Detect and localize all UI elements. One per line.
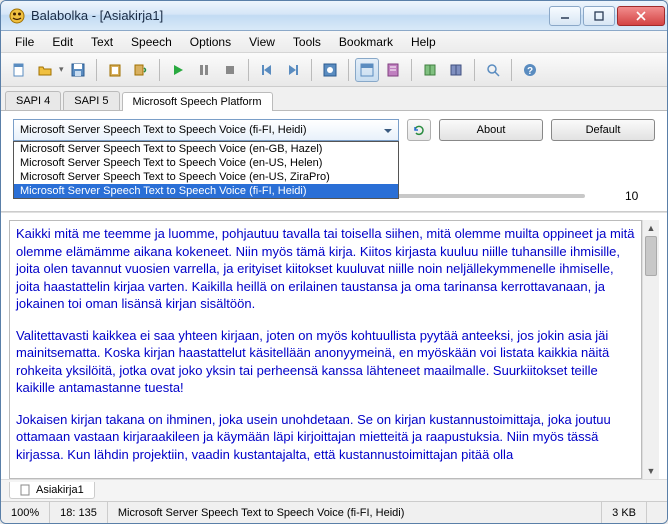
- slider-value: 10: [625, 189, 655, 203]
- open-icon[interactable]: [33, 58, 57, 82]
- voice-option[interactable]: Microsoft Server Speech Text to Speech V…: [14, 170, 398, 184]
- status-zoom: 100%: [1, 502, 50, 523]
- panel-toggle-icon[interactable]: [355, 58, 379, 82]
- toolbar: ▾ ?: [1, 53, 667, 87]
- menu-file[interactable]: File: [7, 33, 42, 51]
- prev-track-icon[interactable]: [255, 58, 279, 82]
- titlebar: Balabolka - [Asiakirja1]: [1, 1, 667, 31]
- status-voice: Microsoft Server Speech Text to Speech V…: [108, 502, 602, 523]
- menubar: File Edit Text Speech Options View Tools…: [1, 31, 667, 53]
- next-track-icon[interactable]: [281, 58, 305, 82]
- magnifier-icon[interactable]: [481, 58, 505, 82]
- menu-view[interactable]: View: [241, 33, 283, 51]
- scroll-up-icon[interactable]: ▲: [643, 220, 659, 236]
- editor-area: Kaikki mitä me teemme ja luomme, pohjaut…: [1, 214, 667, 479]
- app-window: Balabolka - [Asiakirja1] File Edit Text …: [0, 0, 668, 524]
- document-tab[interactable]: Asiakirja1: [9, 482, 95, 499]
- menu-bookmark[interactable]: Bookmark: [331, 33, 401, 51]
- stop-icon[interactable]: [218, 58, 242, 82]
- about-button[interactable]: About: [439, 119, 543, 141]
- text-editor[interactable]: Kaikki mitä me teemme ja luomme, pohjaut…: [9, 220, 642, 479]
- export-audio-icon[interactable]: [318, 58, 342, 82]
- book-green-icon[interactable]: [418, 58, 442, 82]
- menu-speech[interactable]: Speech: [123, 33, 180, 51]
- editor-content[interactable]: Kaikki mitä me teemme ja luomme, pohjaut…: [10, 221, 641, 478]
- voice-option-selected[interactable]: Microsoft Server Speech Text to Speech V…: [14, 184, 398, 198]
- paragraph: Valitettavasti kaikkea ei saa yhteen kir…: [16, 327, 635, 397]
- menu-edit[interactable]: Edit: [44, 33, 81, 51]
- clipboard-speak-icon[interactable]: [129, 58, 153, 82]
- menu-help[interactable]: Help: [403, 33, 444, 51]
- voice-combo[interactable]: Microsoft Server Speech Text to Speech V…: [13, 119, 399, 141]
- menu-tools[interactable]: Tools: [285, 33, 329, 51]
- book-blue-icon[interactable]: [444, 58, 468, 82]
- menu-options[interactable]: Options: [182, 33, 239, 51]
- svg-text:?: ?: [526, 66, 532, 77]
- clipboard-icon[interactable]: [103, 58, 127, 82]
- save-icon[interactable]: [66, 58, 90, 82]
- voice-option[interactable]: Microsoft Server Speech Text to Speech V…: [14, 142, 398, 156]
- pause-icon[interactable]: [192, 58, 216, 82]
- menu-text[interactable]: Text: [83, 33, 121, 51]
- status-position: 18: 135: [50, 502, 108, 523]
- close-button[interactable]: [617, 6, 665, 26]
- voice-selected[interactable]: Microsoft Server Speech Text to Speech V…: [13, 119, 399, 141]
- scroll-thumb[interactable]: [645, 236, 657, 276]
- doc-icon: [20, 484, 32, 496]
- app-icon: [9, 8, 25, 24]
- statusbar: 100% 18: 135 Microsoft Server Speech Tex…: [1, 501, 667, 523]
- maximize-button[interactable]: [583, 6, 615, 26]
- window-title: Balabolka - [Asiakirja1]: [31, 8, 549, 23]
- refresh-voices-icon[interactable]: [407, 119, 431, 141]
- voice-panel: Microsoft Server Speech Text to Speech V…: [1, 111, 667, 211]
- voice-option[interactable]: Microsoft Server Speech Text to Speech V…: [14, 156, 398, 170]
- tab-msp[interactable]: Microsoft Speech Platform: [122, 92, 273, 111]
- minimize-button[interactable]: [549, 6, 581, 26]
- status-filesize: 3 KB: [602, 502, 647, 523]
- document-tabs: Asiakirja1: [1, 479, 667, 501]
- voice-dropdown-list: Microsoft Server Speech Text to Speech V…: [13, 141, 399, 199]
- new-doc-icon[interactable]: [7, 58, 31, 82]
- play-icon[interactable]: [166, 58, 190, 82]
- engine-tabs: SAPI 4 SAPI 5 Microsoft Speech Platform: [1, 87, 667, 111]
- doc-tab-label: Asiakirja1: [36, 484, 84, 496]
- vertical-scrollbar[interactable]: ▲ ▼: [642, 220, 659, 479]
- paragraph: Kaikki mitä me teemme ja luomme, pohjaut…: [16, 225, 635, 313]
- paragraph: Jokaisen kirjan takana on ihminen, joka …: [16, 411, 635, 464]
- help-icon[interactable]: ?: [518, 58, 542, 82]
- window-controls: [549, 6, 665, 26]
- default-button[interactable]: Default: [551, 119, 655, 141]
- resize-grip-icon[interactable]: [647, 502, 667, 523]
- scroll-down-icon[interactable]: ▼: [643, 463, 659, 479]
- tab-sapi5[interactable]: SAPI 5: [63, 91, 119, 110]
- tab-sapi4[interactable]: SAPI 4: [5, 91, 61, 110]
- dictionary-icon[interactable]: [381, 58, 405, 82]
